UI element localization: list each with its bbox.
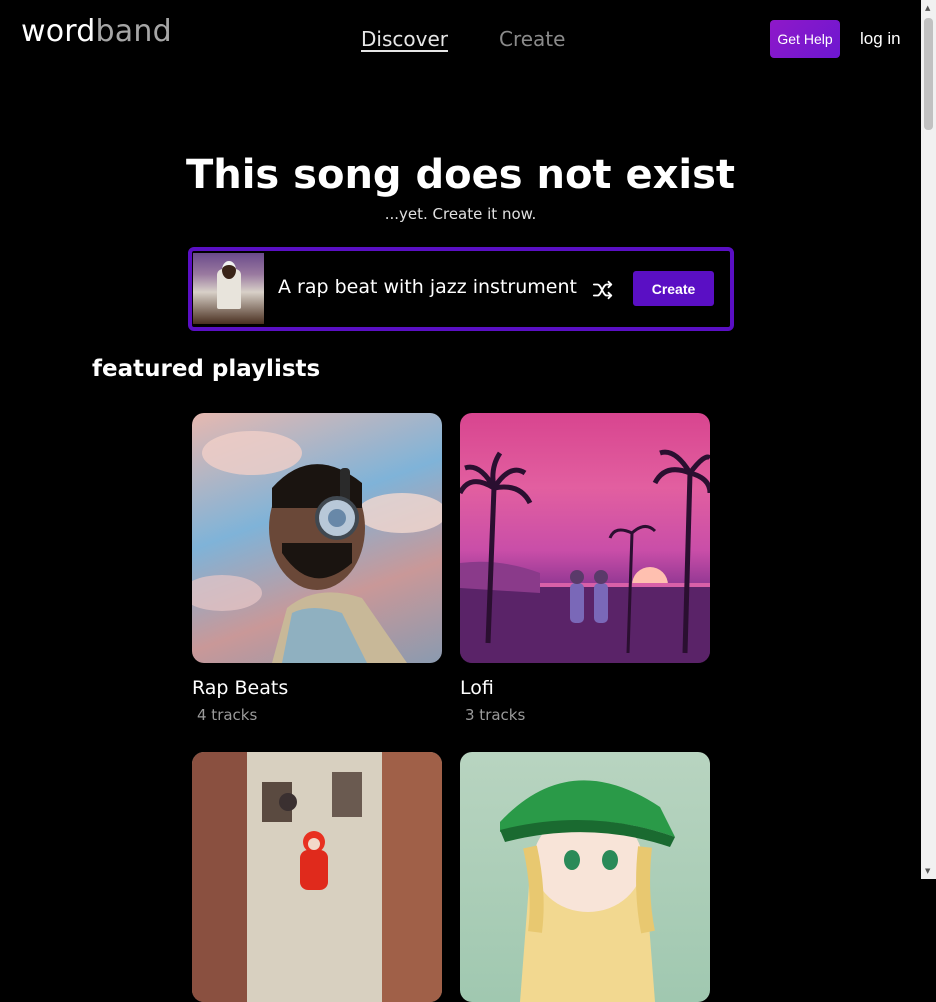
get-help-button[interactable]: Get Help	[770, 20, 840, 58]
create-song-button[interactable]: Create	[633, 271, 714, 306]
logo-band: band	[95, 14, 172, 49]
wordband-logo[interactable]: wordband	[21, 14, 172, 49]
page-subtitle: ...yet. Create it now.	[384, 205, 537, 223]
playlist-track-count: 3 tracks	[465, 706, 526, 724]
nav-create-link[interactable]: Create	[499, 27, 565, 51]
playlist-card-4[interactable]	[460, 752, 710, 1002]
shuffle-icon[interactable]	[592, 279, 614, 301]
song-prompt-input[interactable]	[278, 273, 578, 301]
logo-word: word	[21, 14, 96, 49]
scroll-down-arrow-icon[interactable]: ▼	[925, 867, 930, 875]
playlist-name: Lofi	[460, 677, 494, 699]
playlist-track-count: 4 tracks	[197, 706, 258, 724]
playlist-card-rap-beats[interactable]: Rap Beats 4 tracks	[192, 413, 442, 724]
playlist-cover-rap-beats[interactable]	[192, 413, 442, 663]
nav-discover-link[interactable]: Discover	[361, 27, 448, 51]
scroll-up-arrow-icon[interactable]: ▲	[925, 4, 930, 12]
playlist-card-3[interactable]	[192, 752, 442, 1002]
page-scrollbar[interactable]: ▲ ▼	[921, 0, 936, 879]
playlist-cover-4[interactable]	[460, 752, 710, 1002]
song-prompt-box: Create	[188, 247, 734, 331]
playlist-name: Rap Beats	[192, 677, 289, 699]
prompt-cover-thumbnail	[193, 253, 264, 324]
login-link[interactable]: log in	[860, 29, 901, 49]
playlist-card-lofi[interactable]: Lofi 3 tracks	[460, 413, 710, 724]
page-title: This song does not exist	[185, 152, 736, 198]
featured-playlists-heading: featured playlists	[92, 356, 321, 382]
scrollbar-thumb[interactable]	[924, 18, 933, 130]
playlist-cover-3[interactable]	[192, 752, 442, 1002]
playlist-cover-lofi[interactable]	[460, 413, 710, 663]
